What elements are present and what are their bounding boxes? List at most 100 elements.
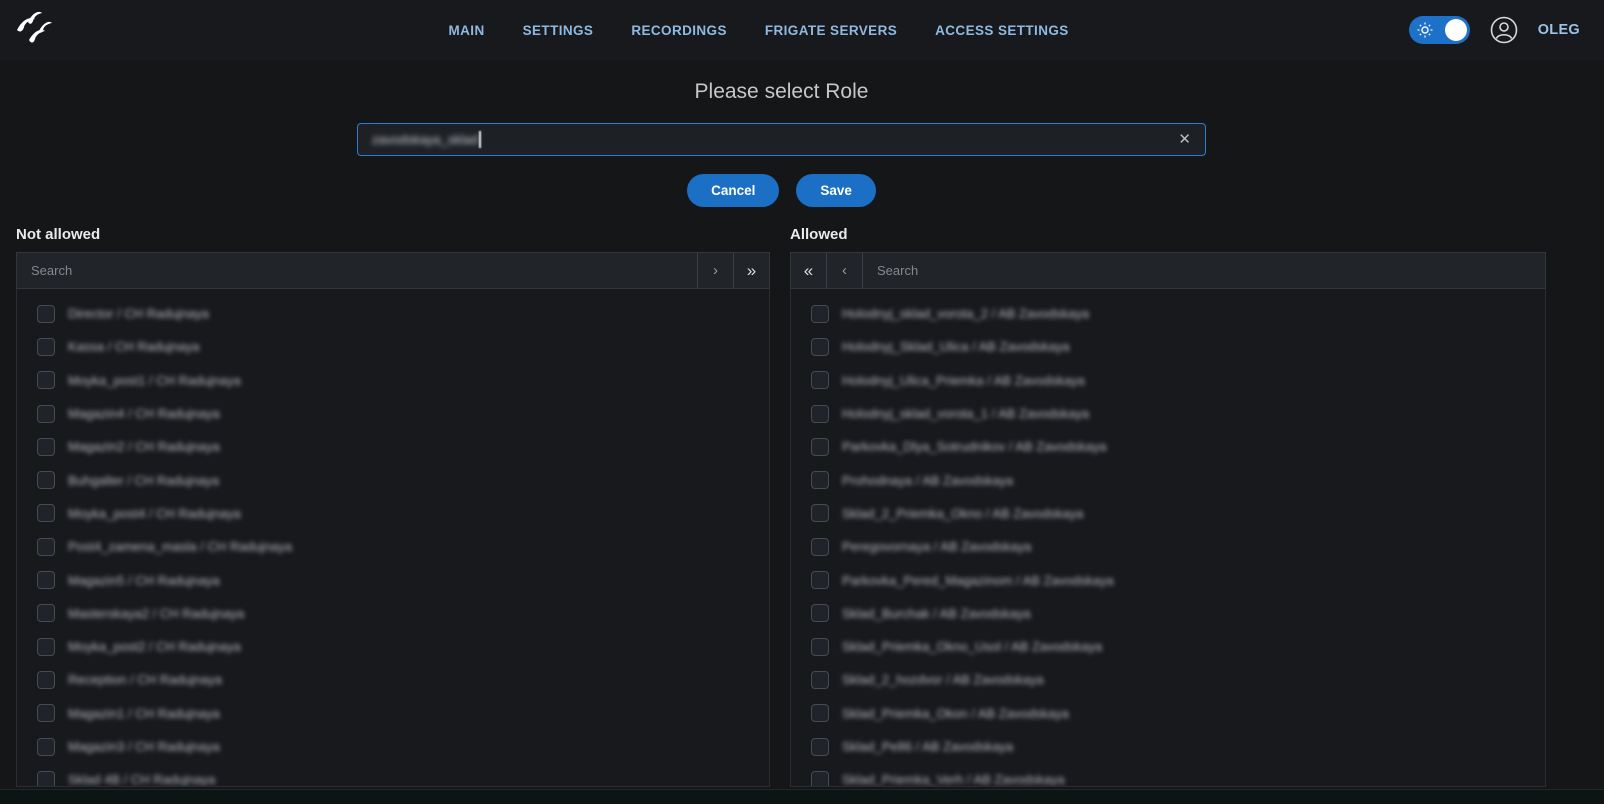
navbar-right-cluster: OLEG <box>1409 0 1580 60</box>
move-all-right-button[interactable]: » <box>733 253 769 288</box>
item-checkbox[interactable] <box>37 371 55 389</box>
item-checkbox[interactable] <box>37 704 55 722</box>
user-avatar-icon[interactable] <box>1490 16 1518 44</box>
not-allowed-search-input[interactable] <box>17 253 697 288</box>
frigate-birds-logo[interactable] <box>14 8 60 52</box>
list-item[interactable]: Moyka_post1 / CH Radujnaya <box>17 364 769 397</box>
list-item[interactable]: Holodnyj_sklad_vorota_2 / AB Zavodskaya <box>791 297 1545 330</box>
item-label: Reception / CH Radujnaya <box>68 672 222 687</box>
item-checkbox[interactable] <box>811 771 829 787</box>
list-item[interactable]: Sklad_2_Priemka_Okno / AB Zavodskaya <box>791 497 1545 530</box>
item-checkbox[interactable] <box>811 305 829 323</box>
item-checkbox[interactable] <box>811 371 829 389</box>
list-item[interactable]: Magazin4 / CH Radujnaya <box>17 397 769 430</box>
list-item[interactable]: Magazin3 / CH Radujnaya <box>17 730 769 763</box>
item-checkbox[interactable] <box>37 438 55 456</box>
item-checkbox[interactable] <box>37 405 55 423</box>
allowed-search-input[interactable] <box>863 253 1545 288</box>
list-item[interactable]: Holodnyj_sklad_vorota_1 / AB Zavodskaya <box>791 397 1545 430</box>
text-caret <box>479 131 481 148</box>
list-item[interactable]: Prohodnaya / AB Zavodskaya <box>791 463 1545 496</box>
list-item[interactable]: Holodnyj_Sklad_Ulica / AB Zavodskaya <box>791 330 1545 363</box>
username-label[interactable]: OLEG <box>1538 22 1580 38</box>
item-label: Magazin3 / CH Radujnaya <box>68 739 220 754</box>
item-label: Holodnyj_sklad_vorota_2 / AB Zavodskaya <box>842 306 1089 321</box>
item-checkbox[interactable] <box>37 338 55 356</box>
nav-link-main[interactable]: MAIN <box>449 23 485 38</box>
item-checkbox[interactable] <box>37 571 55 589</box>
move-selected-right-button[interactable]: › <box>697 253 733 288</box>
item-checkbox[interactable] <box>811 571 829 589</box>
list-item[interactable]: Post4_zamena_masla / CH Radujnaya <box>17 530 769 563</box>
list-item[interactable]: Holodnyj_Ulica_Priemka / AB Zavodskaya <box>791 364 1545 397</box>
move-all-left-button[interactable]: « <box>791 253 827 288</box>
nav-link-access-settings[interactable]: ACCESS SETTINGS <box>935 23 1069 38</box>
main-navigation: MAIN SETTINGS RECORDINGS FRIGATE SERVERS… <box>449 23 1069 38</box>
item-label: Moyka_post2 / CH Radujnaya <box>68 639 241 654</box>
item-label: Magazin1 / CH Radujnaya <box>68 706 220 721</box>
list-item[interactable]: Masterskaya2 / CH Radujnaya <box>17 597 769 630</box>
list-item[interactable]: Sklad_Priemka_Okno_Usol / AB Zavodskaya <box>791 630 1545 663</box>
list-item[interactable]: Moyka_post2 / CH Radujnaya <box>17 630 769 663</box>
role-input[interactable]: zavodskaya_sklad ✕ <box>357 123 1206 156</box>
item-checkbox[interactable] <box>37 305 55 323</box>
item-checkbox[interactable] <box>37 504 55 522</box>
clear-input-icon[interactable]: ✕ <box>1178 132 1191 147</box>
item-checkbox[interactable] <box>37 671 55 689</box>
theme-toggle[interactable] <box>1409 16 1470 44</box>
item-checkbox[interactable] <box>37 538 55 556</box>
list-item[interactable]: Kassa / CH Radujnaya <box>17 330 769 363</box>
list-item[interactable]: Magazin2 / CH Radujnaya <box>17 430 769 463</box>
item-checkbox[interactable] <box>811 638 829 656</box>
cancel-button[interactable]: Cancel <box>687 174 779 207</box>
item-checkbox[interactable] <box>811 438 829 456</box>
item-checkbox[interactable] <box>37 638 55 656</box>
item-checkbox[interactable] <box>37 771 55 787</box>
item-checkbox[interactable] <box>811 338 829 356</box>
list-item[interactable]: Director / CH Radujnaya <box>17 297 769 330</box>
item-label: Holodnyj_Sklad_Ulica / AB Zavodskaya <box>842 339 1070 354</box>
list-item[interactable]: Parkovka_Pered_Magazinom / AB Zavodskaya <box>791 563 1545 596</box>
list-item[interactable]: Sklad_2_hozdvor / AB Zavodskaya <box>791 663 1545 696</box>
sun-icon <box>1417 22 1433 38</box>
item-checkbox[interactable] <box>811 704 829 722</box>
item-checkbox[interactable] <box>37 604 55 622</box>
allowed-header: « ‹ <box>790 252 1546 289</box>
not-allowed-header: › » <box>16 252 770 289</box>
list-item[interactable]: Sklad_Priemka_Okon / AB Zavodskaya <box>791 697 1545 730</box>
list-item[interactable]: Sklad 4B / CH Radujnaya <box>17 763 769 787</box>
form-buttons: Cancel Save <box>357 174 1206 207</box>
move-selected-left-button[interactable]: ‹ <box>827 253 863 288</box>
item-checkbox[interactable] <box>811 671 829 689</box>
nav-link-recordings[interactable]: RECORDINGS <box>631 23 727 38</box>
list-item[interactable]: Peregovornaya / AB Zavodskaya <box>791 530 1545 563</box>
item-label: Sklad_2_hozdvor / AB Zavodskaya <box>842 672 1044 687</box>
item-label: Post4_zamena_masla / CH Radujnaya <box>68 539 292 554</box>
item-label: Buhgalter / CH Radujnaya <box>68 473 219 488</box>
list-item[interactable]: Sklad_Pe86 / AB Zavodskaya <box>791 730 1545 763</box>
item-checkbox[interactable] <box>37 738 55 756</box>
list-item[interactable]: Moyka_post4 / CH Radujnaya <box>17 497 769 530</box>
item-checkbox[interactable] <box>811 604 829 622</box>
list-item[interactable]: Magazin5 / CH Radujnaya <box>17 563 769 596</box>
item-label: Director / CH Radujnaya <box>68 306 209 321</box>
item-checkbox[interactable] <box>37 471 55 489</box>
nav-link-frigate-servers[interactable]: FRIGATE SERVERS <box>765 23 897 38</box>
list-item[interactable]: Magazin1 / CH Radujnaya <box>17 697 769 730</box>
list-item[interactable]: Reception / CH Radujnaya <box>17 663 769 696</box>
nav-link-settings[interactable]: SETTINGS <box>523 23 594 38</box>
item-checkbox[interactable] <box>811 471 829 489</box>
item-checkbox[interactable] <box>811 738 829 756</box>
save-button[interactable]: Save <box>796 174 876 207</box>
item-label: Magazin2 / CH Radujnaya <box>68 439 220 454</box>
item-label: Magazin4 / CH Radujnaya <box>68 406 220 421</box>
list-item[interactable]: Buhgalter / CH Radujnaya <box>17 463 769 496</box>
list-item[interactable]: Parkovka_Dlya_Sotrudnikov / AB Zavodskay… <box>791 430 1545 463</box>
toggle-knob <box>1445 19 1467 41</box>
list-item[interactable]: Sklad_Priemka_Verh / AB Zavodskaya <box>791 763 1545 787</box>
list-item[interactable]: Sklad_Burchak / AB Zavodskaya <box>791 597 1545 630</box>
item-checkbox[interactable] <box>811 538 829 556</box>
item-checkbox[interactable] <box>811 504 829 522</box>
item-label: Holodnyj_Ulica_Priemka / AB Zavodskaya <box>842 373 1085 388</box>
item-checkbox[interactable] <box>811 405 829 423</box>
